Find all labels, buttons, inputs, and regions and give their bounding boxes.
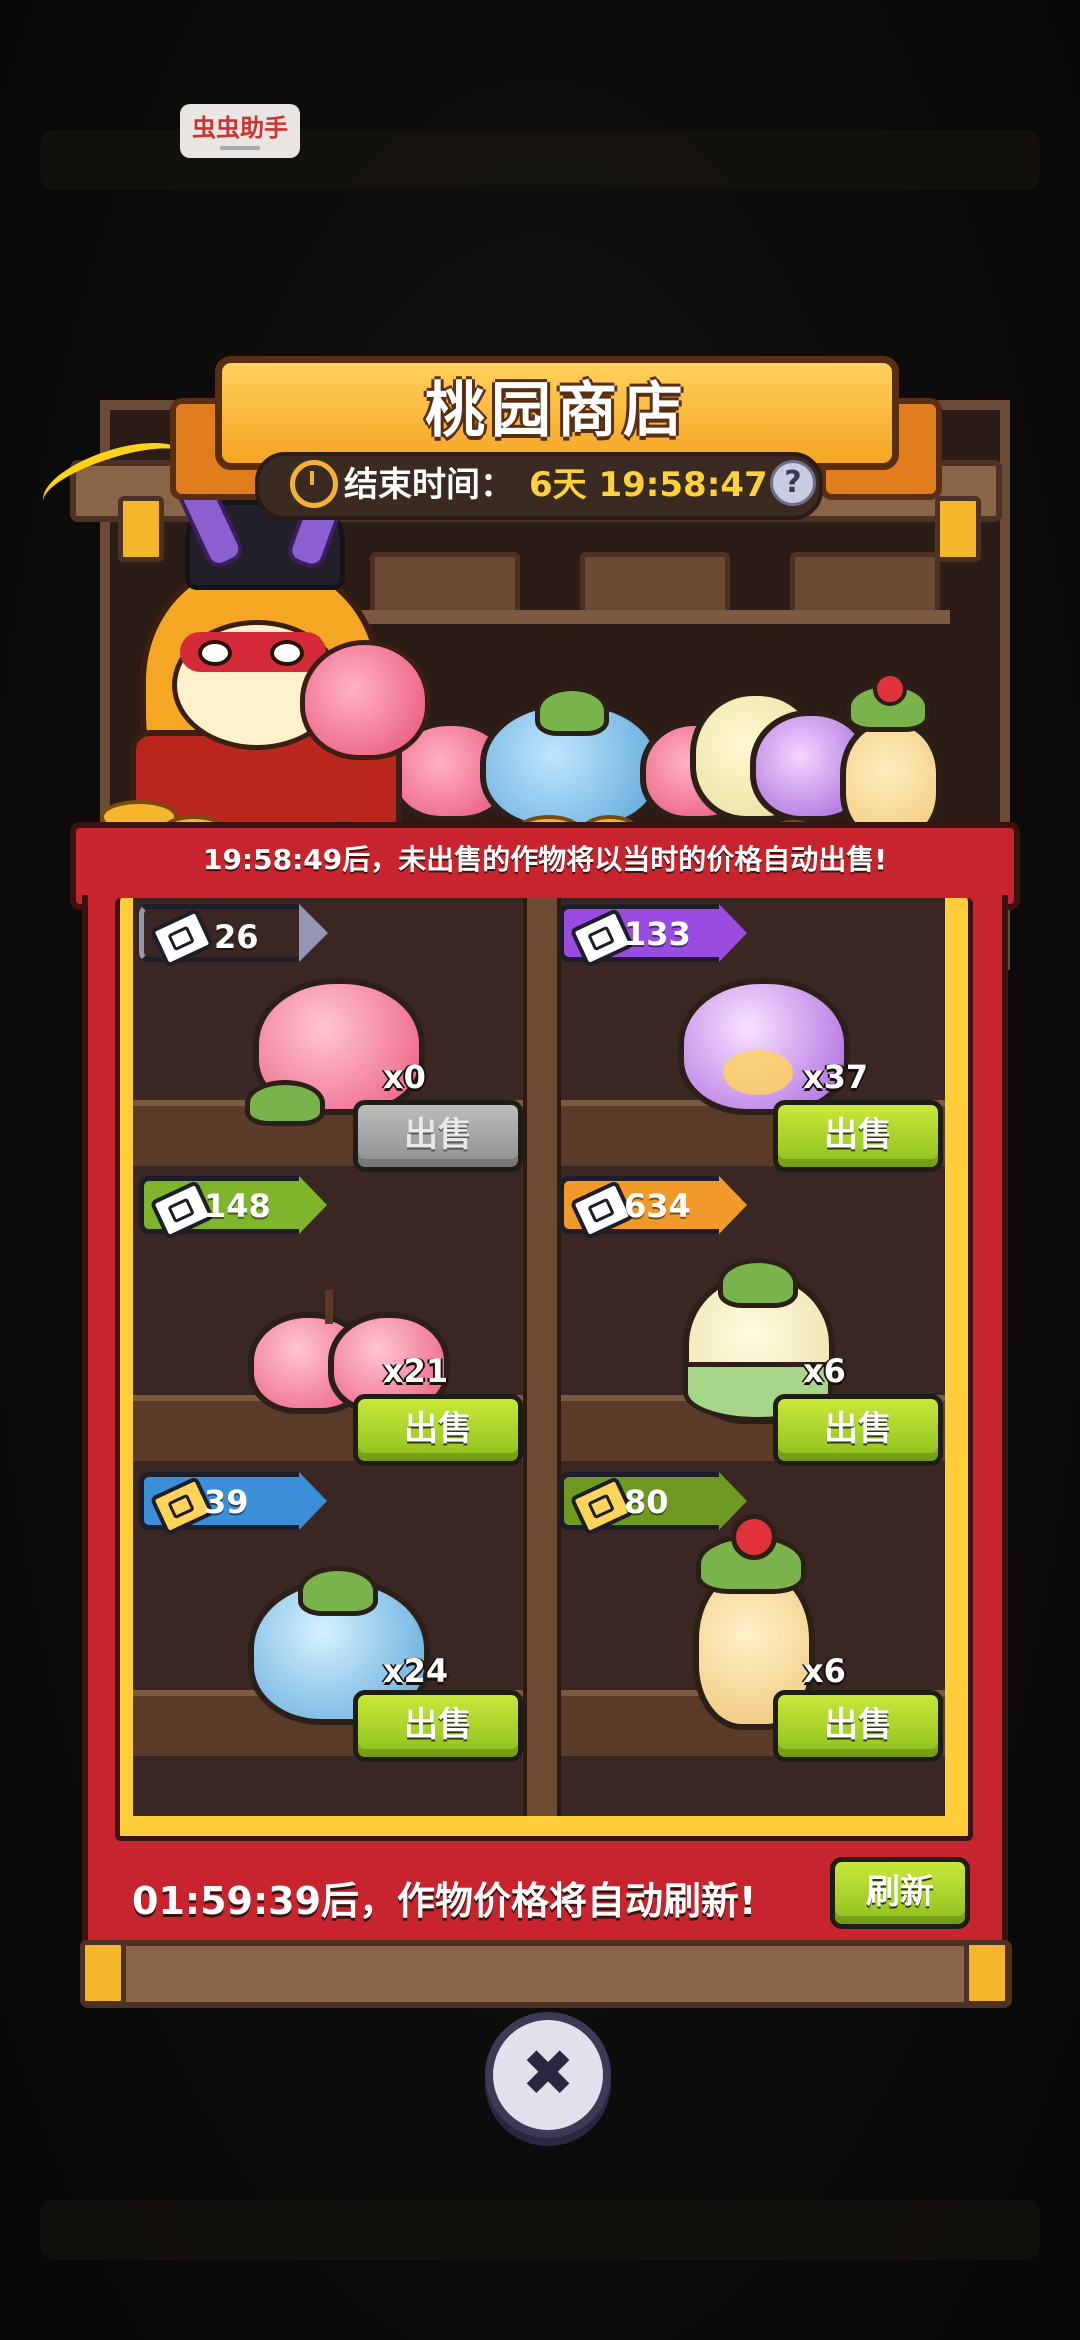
help-icon[interactable]: ?	[770, 460, 816, 506]
price-value: 26	[214, 918, 259, 956]
refresh-button[interactable]: 刷新	[830, 1857, 970, 1929]
end-time-value: 6天 19:58:47	[529, 465, 768, 505]
ginseng-berries	[731, 1514, 777, 1560]
refresh-notice: 01:59:39后，作物价格将自动刷新!	[132, 1879, 757, 1923]
price-tag: 634	[559, 1176, 719, 1241]
price-value: 634	[624, 1187, 691, 1225]
sell-button[interactable]: 出售	[773, 1100, 943, 1172]
shop-item: 39 x24 出售	[133, 1468, 523, 1768]
backdrop-bottom-bar	[40, 2200, 1040, 2260]
peach-swirl	[723, 1050, 793, 1095]
shop-item: 80 x6 出售	[553, 1468, 945, 1768]
ginseng-berries	[873, 672, 907, 706]
corner-ornament	[80, 1940, 126, 2006]
auto-sell-notice: 19:58:49后，未出售的作物将以当时的价格自动出售!	[202, 843, 888, 876]
price-value: 133	[624, 915, 691, 953]
monkey-eye	[198, 640, 232, 666]
item-quantity: x21	[383, 1352, 449, 1390]
sell-button[interactable]: 出售	[353, 1394, 523, 1466]
silver-ticket-icon	[149, 907, 215, 969]
price-tag: 133	[559, 904, 719, 969]
sell-button[interactable]: 出售	[353, 1690, 523, 1762]
sell-button[interactable]: 出售	[353, 1100, 523, 1172]
sell-button[interactable]: 出售	[773, 1690, 943, 1762]
price-value: 80	[624, 1483, 669, 1521]
price-tag: 80	[559, 1472, 719, 1537]
corner-ornament	[935, 496, 981, 562]
display-leaf	[535, 686, 609, 736]
item-quantity: x6	[803, 1352, 846, 1390]
stopwatch-icon	[290, 460, 338, 508]
price-tag-tip	[719, 1176, 747, 1234]
price-tag-tip	[299, 1176, 327, 1234]
price-tag-tip	[299, 1472, 327, 1530]
price-value: 148	[204, 1187, 271, 1225]
leaf	[718, 1258, 798, 1308]
sell-button[interactable]: 出售	[773, 1394, 943, 1466]
stem	[325, 1290, 333, 1324]
shop-item: 634 x6 出售	[553, 1172, 945, 1472]
monkey-eye	[270, 640, 304, 666]
price-tag-tip	[719, 904, 747, 962]
price-tag: 148	[139, 1176, 299, 1241]
item-quantity: x24	[383, 1652, 449, 1690]
shop-item: 148 x21 出售	[133, 1172, 523, 1472]
close-button[interactable]: ✖	[485, 2012, 611, 2138]
leaf	[298, 1566, 378, 1616]
price-value: 39	[204, 1483, 249, 1521]
corner-ornament	[964, 1940, 1010, 2006]
end-time-bar: 结束时间： 6天 19:58:47	[255, 452, 823, 520]
shelf-board	[330, 610, 950, 624]
shop-item: 26 x0 出售	[133, 900, 523, 1190]
item-quantity: x37	[803, 1058, 869, 1096]
leaf	[245, 1080, 325, 1126]
shop-title: 桃园商店	[425, 376, 689, 446]
assistant-tag[interactable]: 虫虫助手	[180, 104, 300, 158]
price-tag: 26	[139, 904, 328, 969]
held-peach	[300, 640, 430, 760]
cabinet-base-beam	[80, 1940, 1012, 2008]
item-quantity: x6	[803, 1652, 846, 1690]
item-quantity: x0	[383, 1058, 426, 1096]
shop-item: 133 x37 出售	[553, 900, 945, 1190]
end-time-label: 结束时间：	[344, 465, 514, 505]
price-tag: 39	[139, 1472, 299, 1537]
